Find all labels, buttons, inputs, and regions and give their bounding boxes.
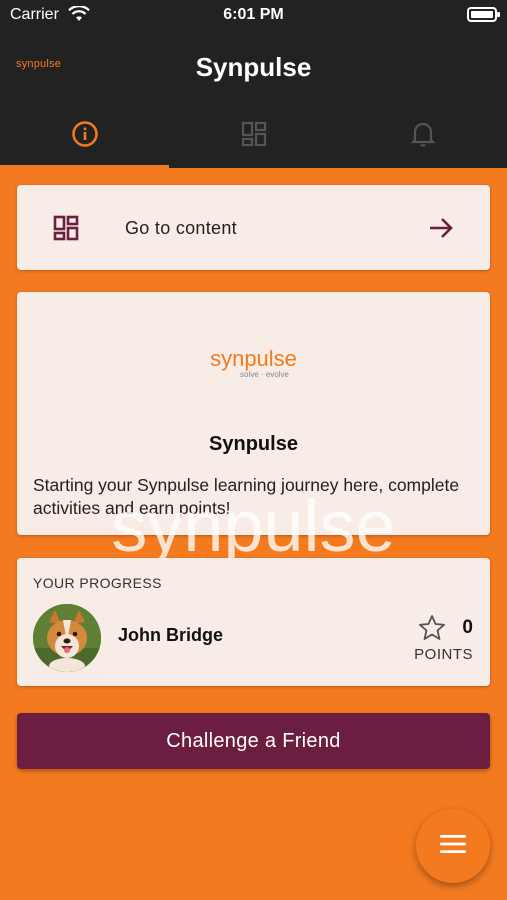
progress-card: YOUR PROGRESS John Bridge 0 POINTS	[17, 558, 490, 686]
points-value: 0	[462, 617, 473, 638]
avatar	[33, 604, 101, 672]
dashboard-grid-icon	[53, 215, 79, 246]
dashboard-grid-icon	[241, 121, 267, 152]
tab-notifications[interactable]	[338, 104, 507, 168]
go-to-content-card[interactable]: Go to content	[17, 185, 490, 270]
menu-fab-button[interactable]	[416, 809, 490, 883]
brand-tagline: solve · evolve	[240, 370, 289, 379]
tab-bar	[0, 104, 507, 168]
battery-icon	[467, 7, 500, 22]
user-name: John Bridge	[118, 625, 224, 645]
star-icon	[418, 614, 446, 646]
intro-card: synpulse solve · evolve Synpulse Startin…	[17, 292, 490, 535]
brand-logo: synpulse solve · evolve	[17, 346, 490, 379]
challenge-friend-button[interactable]: Challenge a Friend	[17, 713, 490, 769]
go-to-content-label: Go to content	[125, 218, 237, 238]
arrow-right-icon	[428, 217, 454, 244]
intro-description: Starting your Synpulse learning journey …	[33, 475, 460, 518]
menu-icon	[440, 834, 466, 859]
info-icon	[71, 120, 99, 153]
page-title: Synpulse	[195, 52, 312, 82]
tab-info[interactable]	[0, 104, 169, 168]
brand-logo-text: synpulse	[210, 346, 297, 371]
app-bar: synpulse Synpulse	[0, 32, 507, 168]
tab-dashboard[interactable]	[169, 104, 338, 168]
clock: 6:01 PM	[223, 6, 284, 23]
section-title: YOUR PROGRESS	[33, 575, 162, 591]
status-bar: Carrier 6:01 PM	[0, 0, 507, 32]
points-label: POINTS	[414, 646, 473, 663]
bell-icon	[409, 121, 436, 152]
intro-heading: Synpulse	[209, 433, 298, 455]
